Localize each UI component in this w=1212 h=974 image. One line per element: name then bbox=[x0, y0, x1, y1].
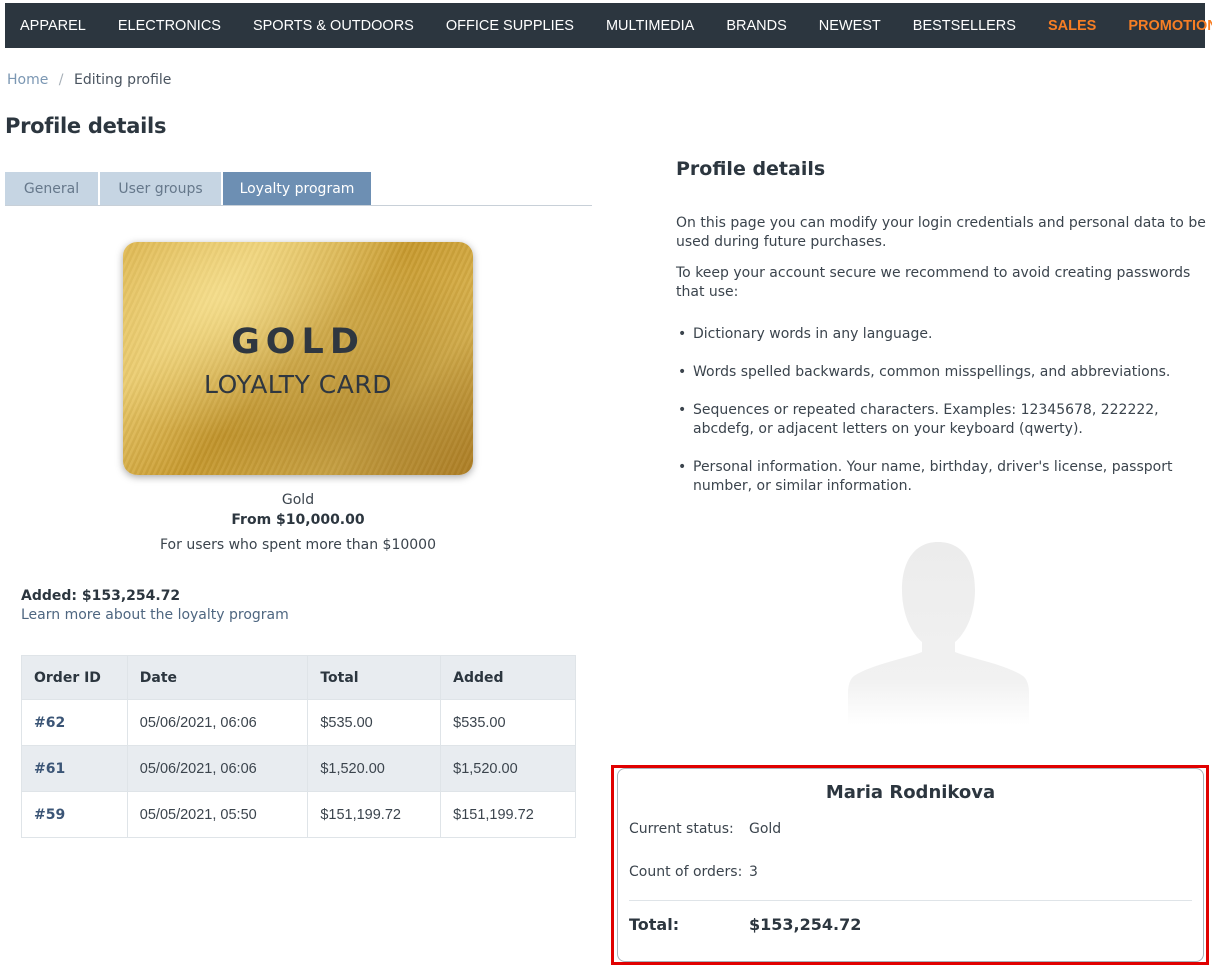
list-item: Words spelled backwards, common misspell… bbox=[676, 363, 1206, 382]
customer-name: Maria Rodnikova bbox=[825, 782, 996, 803]
order-id-link[interactable]: #62 bbox=[21, 699, 128, 746]
table-row: #61 05/06/2021, 06:06 $1,520.00 $1,520.0… bbox=[21, 745, 576, 792]
info-title: Profile details bbox=[676, 158, 826, 180]
nav-item-newest[interactable]: Newest bbox=[819, 18, 881, 34]
tab-general[interactable]: General bbox=[5, 172, 98, 205]
loyalty-summary-card: Maria Rodnikova Current status: Gold Coun… bbox=[617, 768, 1204, 962]
order-date: 05/06/2021, 06:06 bbox=[126, 745, 309, 792]
table-row: #59 05/05/2021, 05:50 $151,199.72 $151,1… bbox=[21, 791, 576, 838]
info-paragraph: On this page you can modify your login c… bbox=[676, 215, 1206, 250]
nav-item-brands[interactable]: Brands bbox=[726, 18, 786, 34]
nav-item-bestsellers[interactable]: Bestsellers bbox=[913, 18, 1016, 34]
nav-item-sales[interactable]: Sales bbox=[1048, 18, 1096, 34]
order-date: 05/05/2021, 05:50 bbox=[126, 791, 309, 838]
order-added: $1,520.00 bbox=[440, 745, 576, 792]
orders-table: Order ID Date Total Added #62 05/06/2021… bbox=[21, 655, 576, 838]
breadcrumb-current: Editing profile bbox=[73, 72, 172, 88]
order-date: 05/06/2021, 06:06 bbox=[126, 699, 309, 746]
order-count-label: Count of orders: bbox=[629, 864, 743, 880]
current-status-value: Gold bbox=[749, 821, 782, 837]
table-header-row: Order ID Date Total Added bbox=[21, 655, 576, 700]
list-item: Sequences or repeated characters. Exampl… bbox=[676, 401, 1206, 439]
tab-loyalty-program[interactable]: Loyalty program bbox=[223, 172, 371, 205]
order-count-row: Count of orders: 3 bbox=[629, 864, 758, 880]
list-item: Dictionary words in any language. bbox=[676, 325, 1206, 344]
tab-user-groups[interactable]: User groups bbox=[100, 172, 221, 205]
column-header-total: Total bbox=[307, 655, 442, 700]
user-avatar-icon bbox=[848, 542, 1029, 725]
top-nav: Apparel Electronics Sports & Outdoors Of… bbox=[5, 3, 1212, 48]
column-header-order-id: Order ID bbox=[21, 655, 128, 700]
nav-item-office-supplies[interactable]: Office supplies bbox=[446, 18, 574, 34]
nav-item-promotions[interactable]: Promotions bbox=[1128, 18, 1212, 34]
card-subtitle: LOYALTY CARD bbox=[204, 370, 392, 399]
gold-loyalty-card-image: GOLD LOYALTY CARD bbox=[123, 242, 473, 475]
order-added: $535.00 bbox=[440, 699, 576, 746]
profile-tabs: General User groups Loyalty program bbox=[5, 172, 592, 206]
order-count-value: 3 bbox=[749, 864, 758, 880]
breadcrumb-home-link[interactable]: Home bbox=[7, 72, 48, 88]
learn-more-link[interactable]: Learn more about the loyalty program bbox=[21, 607, 289, 623]
column-header-added: Added bbox=[440, 655, 576, 700]
added-total: Added: $153,254.72 bbox=[21, 588, 181, 604]
current-status-label: Current status: bbox=[629, 821, 734, 837]
loyalty-level-name: Gold bbox=[281, 492, 315, 508]
total-label: Total: bbox=[629, 915, 680, 934]
order-id-link[interactable]: #59 bbox=[21, 791, 128, 838]
card-title: GOLD bbox=[231, 322, 365, 362]
page-title: Profile details bbox=[5, 114, 167, 138]
password-rules-list: Dictionary words in any language. Words … bbox=[676, 325, 1206, 515]
table-row: #62 05/06/2021, 06:06 $535.00 $535.00 bbox=[21, 699, 576, 746]
loyalty-level-description: For users who spent more than $10000 bbox=[160, 537, 436, 553]
column-header-date: Date bbox=[126, 655, 309, 700]
nav-item-multimedia[interactable]: Multimedia bbox=[606, 18, 694, 34]
list-item: Personal information. Your name, birthda… bbox=[676, 458, 1206, 496]
order-total: $535.00 bbox=[307, 699, 442, 746]
info-paragraph: To keep your account secure we recommend… bbox=[676, 265, 1191, 300]
nav-item-sports-outdoors[interactable]: Sports & Outdoors bbox=[253, 18, 414, 34]
nav-item-apparel[interactable]: Apparel bbox=[20, 18, 86, 34]
order-total: $1,520.00 bbox=[307, 745, 442, 792]
loyalty-level-threshold: From $10,000.00 bbox=[231, 512, 365, 528]
breadcrumb: Home / Editing profile bbox=[7, 72, 171, 88]
summary-divider bbox=[629, 900, 1192, 901]
order-id-link[interactable]: #61 bbox=[21, 745, 128, 792]
order-total: $151,199.72 bbox=[307, 791, 442, 838]
order-added: $151,199.72 bbox=[440, 791, 576, 838]
total-value: $153,254.72 bbox=[749, 915, 862, 934]
breadcrumb-separator: / bbox=[58, 72, 64, 88]
total-row: Total: $153,254.72 bbox=[629, 915, 861, 934]
current-status-row: Current status: Gold bbox=[629, 821, 781, 837]
nav-item-electronics[interactable]: Electronics bbox=[118, 18, 221, 34]
